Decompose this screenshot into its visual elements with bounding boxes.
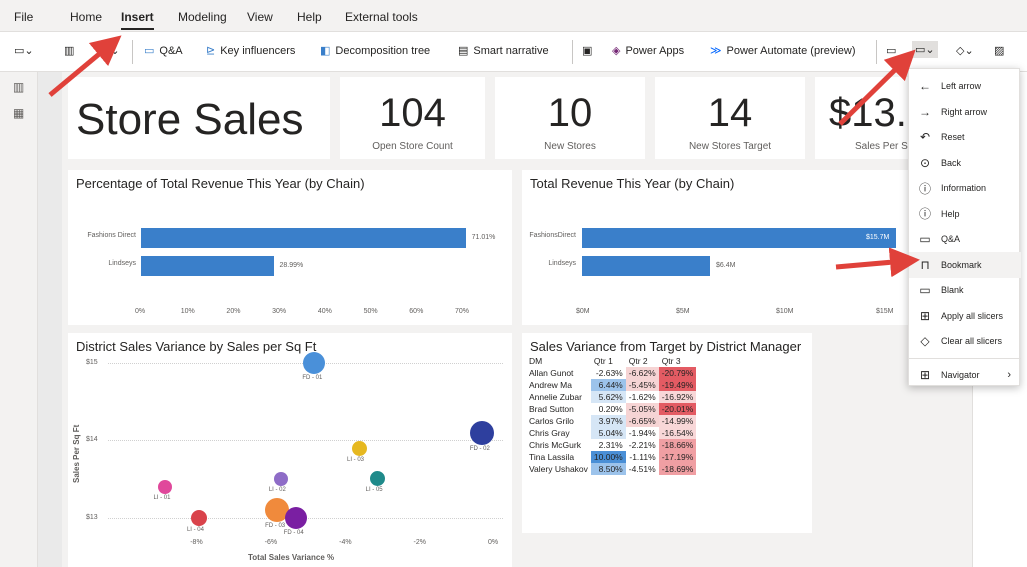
arrow-to-bookmark	[835, 247, 920, 278]
arrow-to-buttons	[838, 49, 916, 126]
arrow-to-insert	[48, 35, 122, 97]
annotation-arrows	[48, 35, 920, 278]
